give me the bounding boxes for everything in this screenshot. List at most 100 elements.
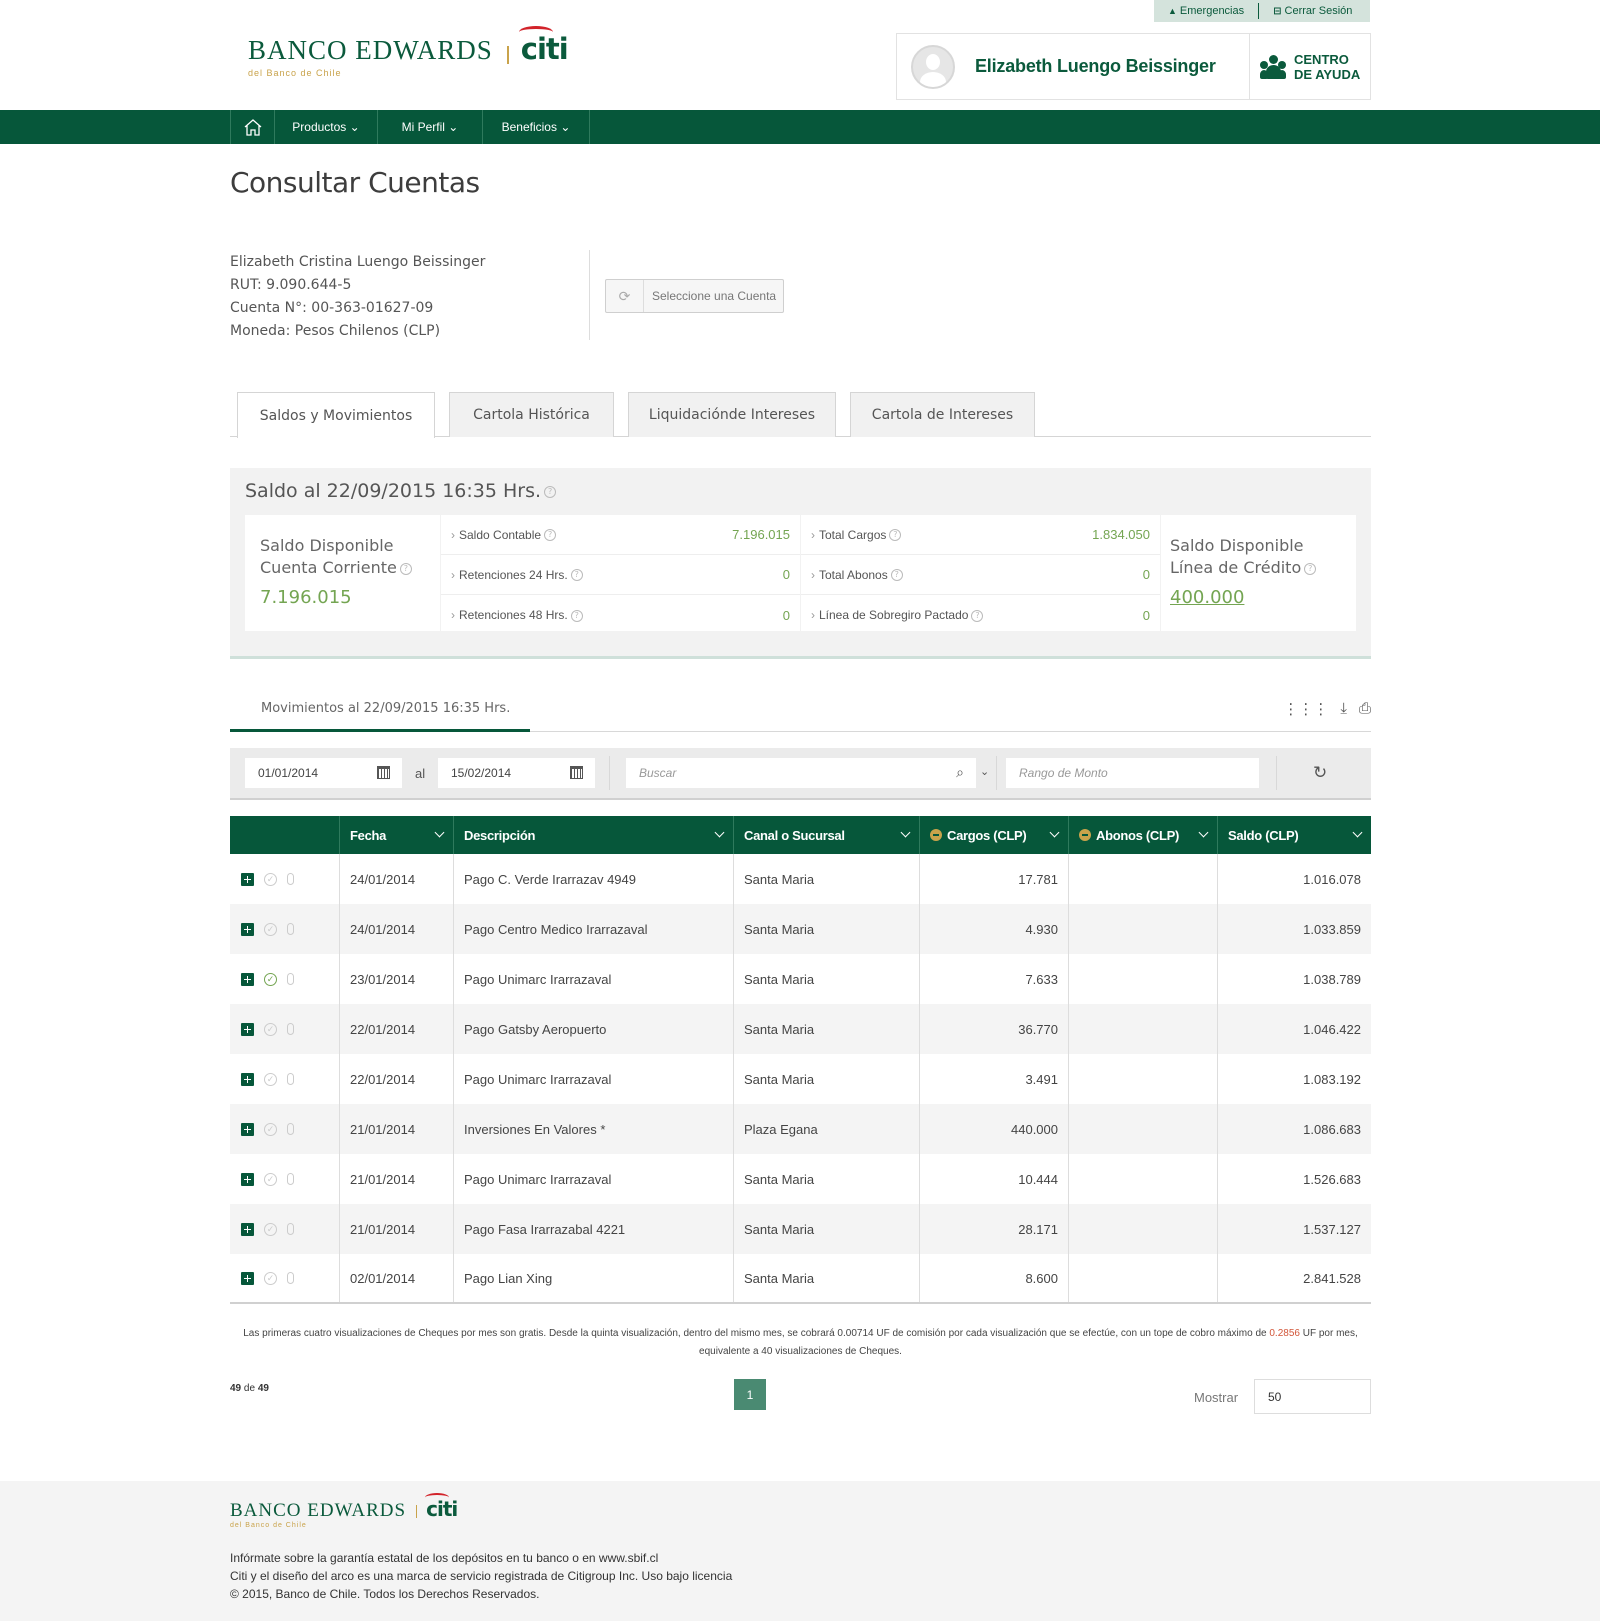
cell-descripcion: Pago Unimarc Irarrazaval [454, 1054, 734, 1104]
attachment-icon[interactable] [287, 1173, 294, 1185]
saldo-contable-row[interactable]: › Saldo Contable? 7.196.015 [441, 515, 800, 555]
expand-plus-icon[interactable] [241, 1122, 254, 1136]
attachment-icon[interactable] [287, 1123, 294, 1135]
date-from-input[interactable]: 01/01/2014 [245, 758, 402, 788]
question-icon[interactable]: ? [890, 569, 903, 582]
check-icon[interactable]: ✓ [264, 1072, 277, 1086]
mostrar-select[interactable]: 50 [1254, 1379, 1371, 1414]
nav-beneficios[interactable]: Beneficios ⌄ [482, 110, 590, 144]
cell-canal: Santa Maria [734, 854, 920, 904]
reload-icon[interactable]: ↻ [1313, 763, 1327, 783]
table-row[interactable]: ✓ 21/01/2014 Pago Fasa Irarrazabal 4221 San… [230, 1204, 1371, 1254]
question-icon[interactable]: ? [544, 529, 557, 542]
date-to-input[interactable]: 15/02/2014 [438, 758, 595, 788]
help-center-button[interactable]: CENTRO DE AYUDA [1249, 34, 1360, 99]
table-row[interactable]: ✓ 24/01/2014 Pago Centro Medico Irarrazava… [230, 904, 1371, 954]
calendar-icon[interactable] [570, 766, 583, 779]
filter-divider [1276, 756, 1277, 790]
expand-plus-icon[interactable] [241, 1271, 254, 1285]
table-row[interactable]: ✓ 02/01/2014 Pago Lian Xing Santa Maria 8.60… [230, 1254, 1371, 1302]
total-cargos-row[interactable]: › Total Cargos? 1.834.050 [801, 515, 1160, 555]
calendar-icon[interactable] [377, 766, 390, 779]
question-icon[interactable]: ? [399, 562, 412, 575]
home-button[interactable] [230, 110, 274, 144]
tab-cartola-historica[interactable]: Cartola Histórica [449, 392, 614, 437]
header-descripcion[interactable]: Descripción [454, 816, 734, 854]
expand-plus-icon[interactable] [241, 872, 254, 886]
logout-icon: ⊟ [1273, 5, 1282, 17]
question-icon[interactable]: ? [1304, 562, 1317, 575]
check-icon[interactable]: ✓ [264, 1172, 277, 1186]
retenciones-24-row[interactable]: › Retenciones 24 Hrs.? 0 [441, 555, 800, 595]
check-icon[interactable]: ✓ [264, 922, 277, 936]
select-account-button[interactable]: ⟳ Seleccione una Cuenta [605, 279, 784, 313]
header-cargos[interactable]: Cargos (CLP) [920, 816, 1069, 854]
footer-line-2: Citi y el diseño del arco es una marca d… [230, 1569, 733, 1583]
check-icon[interactable]: ✓ [264, 1222, 277, 1236]
expand-plus-icon[interactable] [241, 922, 254, 936]
header-actions [230, 816, 340, 854]
expand-plus-icon[interactable] [241, 1022, 254, 1036]
footer-logo[interactable]: BANCO EDWARDS citi del Banco de Chile [230, 1493, 458, 1529]
monto-range-input[interactable]: Rango de Monto [1006, 758, 1259, 788]
cerrar-sesion-link[interactable]: ⊟ Cerrar Sesión [1259, 5, 1366, 17]
attachment-icon[interactable] [287, 1223, 294, 1235]
emergencias-link[interactable]: ▲ Emergencias [1154, 5, 1258, 17]
download-icon[interactable]: ⤓ [1340, 700, 1347, 718]
header-abonos[interactable]: Abonos (CLP) [1069, 816, 1218, 854]
nav-productos[interactable]: Productos ⌄ [274, 110, 377, 144]
saldo-disponible-lc-label: Saldo Disponible Línea de Crédito? [1170, 535, 1356, 579]
table-row[interactable]: ✓ 22/01/2014 Pago Unimarc Irarrazaval Santa… [230, 1054, 1371, 1104]
table-row[interactable]: ✓ 21/01/2014 Inversiones En Valores * Plaza… [230, 1104, 1371, 1154]
linea-sobregiro-row[interactable]: › Línea de Sobregiro Pactado? 0 [801, 595, 1160, 635]
attachment-icon[interactable] [287, 923, 294, 935]
table-row[interactable]: ✓ 24/01/2014 Pago C. Verde Irarrazav 4949 S… [230, 854, 1371, 904]
header-fecha[interactable]: Fecha [340, 816, 454, 854]
check-icon[interactable]: ✓ [264, 872, 277, 886]
question-icon[interactable]: ? [544, 485, 557, 498]
question-icon[interactable]: ? [971, 609, 984, 622]
warning-icon: ▲ [1168, 6, 1177, 16]
question-icon[interactable]: ? [570, 609, 583, 622]
tab-liquidacion-intereses[interactable]: Liquidaciónde Intereses [628, 392, 836, 437]
search-icon[interactable]: ⌕ [956, 764, 964, 781]
expand-plus-icon[interactable] [241, 1072, 254, 1086]
search-dropdown-chevron[interactable]: ⌄ [980, 765, 989, 778]
expand-plus-icon[interactable] [241, 972, 254, 986]
saldo-disponible-cc-card: Saldo Disponible Cuenta Corriente? 7.196.… [245, 515, 440, 631]
attachment-icon[interactable] [287, 1073, 294, 1085]
attachment-icon[interactable] [287, 873, 294, 885]
print-icon[interactable]: ⎙ [1359, 700, 1371, 718]
table-row[interactable]: ✓ 22/01/2014 Pago Gatsby Aeropuerto Santa M… [230, 1004, 1371, 1054]
attachment-icon[interactable] [287, 973, 294, 985]
expand-plus-icon[interactable] [241, 1222, 254, 1236]
tab-cartola-intereses[interactable]: Cartola de Intereses [850, 392, 1035, 437]
total-abonos-row[interactable]: › Total Abonos? 0 [801, 555, 1160, 595]
attachment-icon[interactable] [287, 1023, 294, 1035]
table-row[interactable]: ✓ 21/01/2014 Pago Unimarc Irarrazaval Santa… [230, 1154, 1371, 1204]
saldo-disponible-lc-link[interactable]: 400.000 [1170, 587, 1356, 608]
cheques-note: Las primeras cuatro visualizaciones de C… [243, 1328, 1358, 1357]
columns-icon[interactable]: ⋮⋮⋮ [1283, 700, 1328, 718]
check-icon[interactable]: ✓ [264, 1022, 277, 1036]
question-icon[interactable]: ? [570, 569, 583, 582]
search-input[interactable]: Buscar ⌕ [626, 758, 976, 788]
avatar[interactable] [911, 44, 955, 89]
cell-cargo: 28.171 [920, 1204, 1069, 1254]
nav-mi-perfil[interactable]: Mi Perfil ⌄ [377, 110, 482, 144]
table-row[interactable]: ✓ 23/01/2014 Pago Unimarc Irarrazaval Santa… [230, 954, 1371, 1004]
cell-abono [1069, 1254, 1218, 1302]
header-canal[interactable]: Canal o Sucursal [734, 816, 920, 854]
brand-logo[interactable]: BANCO EDWARDS citi del Banco de Chile [248, 26, 569, 78]
tab-saldos-movimientos[interactable]: Saldos y Movimientos [237, 392, 435, 438]
question-icon[interactable]: ? [889, 529, 902, 542]
movimientos-tab[interactable]: Movimientos al 22/09/2015 16:35 Hrs. [230, 683, 530, 732]
retenciones-48-row[interactable]: › Retenciones 48 Hrs.? 0 [441, 595, 800, 635]
header-saldo[interactable]: Saldo (CLP) [1218, 816, 1371, 854]
attachment-icon[interactable] [287, 1272, 294, 1284]
check-icon[interactable]: ✓ [264, 972, 277, 986]
page-button-1[interactable]: 1 [734, 1379, 766, 1410]
check-icon[interactable]: ✓ [264, 1271, 277, 1285]
expand-plus-icon[interactable] [241, 1172, 254, 1186]
check-icon[interactable]: ✓ [264, 1122, 277, 1136]
